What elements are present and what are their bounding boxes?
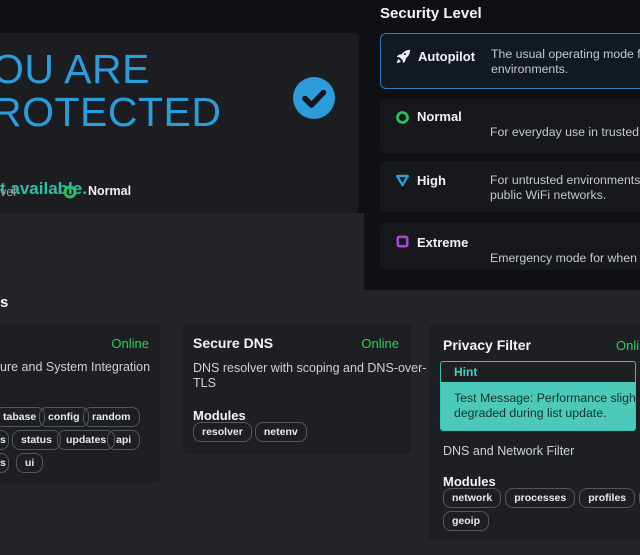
security-option-normal[interactable]: Normal For everyday use in trusted envi [380,99,640,153]
status-badge: Online [361,336,399,351]
ring-icon [395,110,410,125]
security-option-extreme[interactable]: Extreme Emergency mode for when you p [380,223,640,270]
subsystem-description-line2: TLS [193,376,216,390]
module-tag: profiles [579,488,635,508]
module-tag-row: resolver netenv [193,422,307,442]
triangle-down-icon [395,173,410,188]
rocket-icon [396,49,411,64]
app-window: OU ARE ROTECTED t available. vel Normal … [0,0,640,555]
option-label-extreme: Extreme [417,235,468,250]
option-label-autopilot: Autopilot [418,49,475,64]
option-label-normal: Normal [417,109,462,124]
hint-header: Hint [441,362,635,382]
module-tag-row: geoip [443,511,489,531]
current-security-level-value: Normal [88,184,131,198]
module-tag: processes [505,488,575,508]
security-level-section-title: Security Level [380,5,482,22]
security-option-autopilot[interactable]: Autopilot The usual operating mode for t… [380,33,640,89]
status-badge: Online [616,338,640,353]
hint-message: Test Message: Performance slightly degra… [441,382,635,430]
module-tag: config [39,407,89,427]
subsystem-card-core[interactable]: Online ure and System Integration tabase… [0,323,160,483]
status-badge: Online [111,336,149,351]
modules-heading: Modules [443,474,496,489]
option-label-high: High [417,173,446,188]
subsystem-title: Privacy Filter [443,337,531,353]
module-tag: random [83,407,140,427]
protection-headline-line1: OU ARE [0,48,222,91]
module-tag-cut: s [0,430,9,450]
subsystem-card-privacy-filter[interactable]: Privacy Filter Online Hint Test Message:… [429,325,640,540]
subsystem-description-line1: DNS resolver with scoping and DNS-over- [193,361,426,375]
module-tag: api [107,430,140,450]
check-circle-icon [292,76,336,120]
option-desc-line1: The usual operating mode for tr [491,47,640,61]
option-desc-line2: environments. [491,62,568,76]
protection-status-card: OU ARE ROTECTED t available. vel Normal [0,33,359,213]
subsystems-header-fragment: s [0,294,8,311]
option-desc-line1: For untrusted environments, suc [490,173,640,187]
subsystem-description: DNS and Network Filter [443,444,574,458]
option-desc-line1: For everyday use in trusted envi [490,125,640,139]
module-tag-row: network processes profiles intel [443,488,640,508]
security-option-high[interactable]: High For untrusted environments, suc pub… [380,161,640,212]
protection-headline-line2: ROTECTED [0,91,222,134]
module-tag: status [12,430,61,450]
option-desc-line1: Emergency mode for when you p [490,251,640,265]
hint-notification: Hint Test Message: Performance slightly … [440,361,636,431]
normal-ring-icon [63,185,77,199]
subsystem-description-fragment: ure and System Integration [0,360,150,374]
subsystem-title: Secure DNS [193,335,273,351]
option-desc-line2: public WiFi networks. [490,188,606,202]
module-tag-cut: s [0,453,9,473]
hint-message-line2: degraded during list update. [454,406,606,420]
protection-headline: OU ARE ROTECTED [0,48,222,134]
subsystem-card-secure-dns[interactable]: Secure DNS Online DNS resolver with scop… [183,323,411,454]
module-tag: geoip [443,511,489,531]
modules-heading: Modules [193,408,246,423]
module-tag: netenv [255,422,307,442]
security-level-label-fragment: vel [0,185,16,199]
square-frame-icon [395,234,410,249]
module-tag: ui [16,453,43,473]
hint-message-line1: Test Message: Performance slightly [454,391,636,405]
module-tag: resolver [193,422,252,442]
hint-label: Hint [454,365,477,379]
module-tag: network [443,488,501,508]
